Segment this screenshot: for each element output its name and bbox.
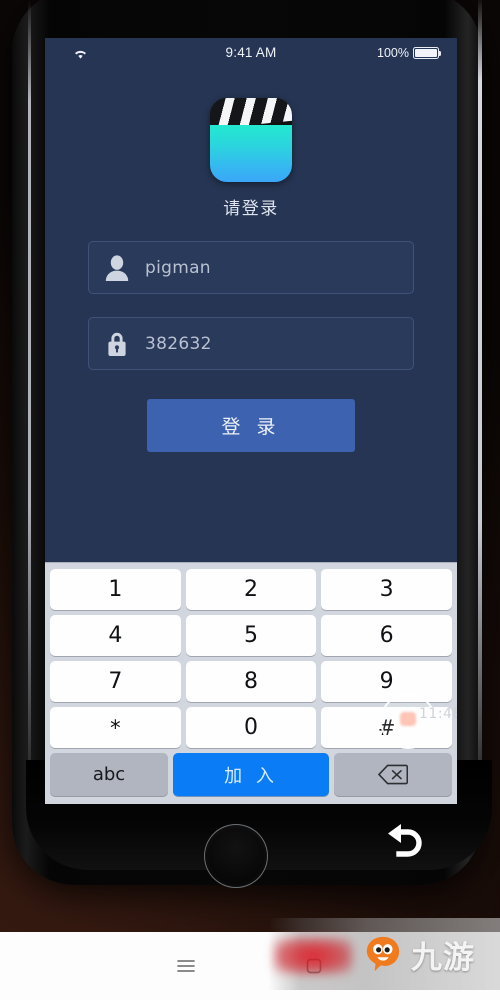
username-value: pigman [145, 257, 211, 278]
battery-percent-label: 100% [377, 46, 409, 60]
key-1[interactable]: 1 [50, 569, 181, 610]
battery-full-icon [413, 47, 442, 59]
overlay-clock: 11:48 [419, 706, 457, 722]
join-key[interactable]: 加 入 [173, 753, 329, 796]
keypad-action-row: abc 加 入 [50, 753, 452, 796]
status-bar: 9:41 AM 100% [45, 38, 457, 70]
password-value: 382632 [145, 333, 212, 354]
watermark-text: 九游 [411, 939, 475, 976]
login-form: pigman 382632 登 录 [45, 241, 457, 452]
password-field[interactable]: 382632 [88, 317, 414, 370]
status-right-cluster: 100% [377, 46, 442, 60]
clapperboard-body [210, 125, 292, 182]
page-title: 请登录 [223, 199, 279, 219]
person-icon [89, 254, 145, 282]
key-6[interactable]: 6 [321, 615, 453, 656]
key-5[interactable]: 5 [185, 615, 317, 656]
watermark: 九游 [268, 918, 500, 990]
clapperboard-app-icon [210, 98, 292, 182]
key-8[interactable]: 8 [185, 661, 317, 702]
app-branding: 请登录 [45, 98, 457, 219]
key-9[interactable]: 9 [321, 661, 453, 702]
key-asterisk[interactable]: * [50, 707, 181, 748]
back-arrow-icon[interactable] [378, 820, 432, 868]
phone-screen: 9:41 AM 100% 请登录 pigman 382632 登 录 1 2 3… [45, 38, 457, 804]
watermark-blur-blob [274, 938, 352, 974]
backspace-icon [378, 764, 408, 785]
key-2[interactable]: 2 [185, 569, 317, 610]
abc-key[interactable]: abc [50, 753, 168, 796]
keypad-row: 1 2 3 [50, 569, 453, 610]
bezel-edge-right [478, 0, 482, 846]
lock-icon [89, 330, 145, 358]
bezel-edge-left [28, 0, 31, 840]
login-button[interactable]: 登 录 [147, 399, 355, 452]
hamburger-menu-icon[interactable] [173, 953, 199, 979]
backspace-key[interactable] [334, 753, 452, 796]
home-button[interactable] [204, 824, 268, 888]
key-4[interactable]: 4 [50, 615, 181, 656]
jiuyou-mascot-icon [366, 936, 400, 972]
keypad-row: * 0 # [50, 707, 453, 748]
username-field[interactable]: pigman [88, 241, 414, 294]
keypad-row: 7 8 9 [50, 661, 453, 702]
key-0[interactable]: 0 [185, 707, 317, 748]
key-7[interactable]: 7 [50, 661, 181, 702]
numeric-keyboard: 1 2 3 4 5 6 7 8 9 * 0 # abc 加 入 [45, 562, 457, 804]
key-3[interactable]: 3 [321, 569, 453, 610]
keypad-row: 4 5 6 [50, 615, 453, 656]
